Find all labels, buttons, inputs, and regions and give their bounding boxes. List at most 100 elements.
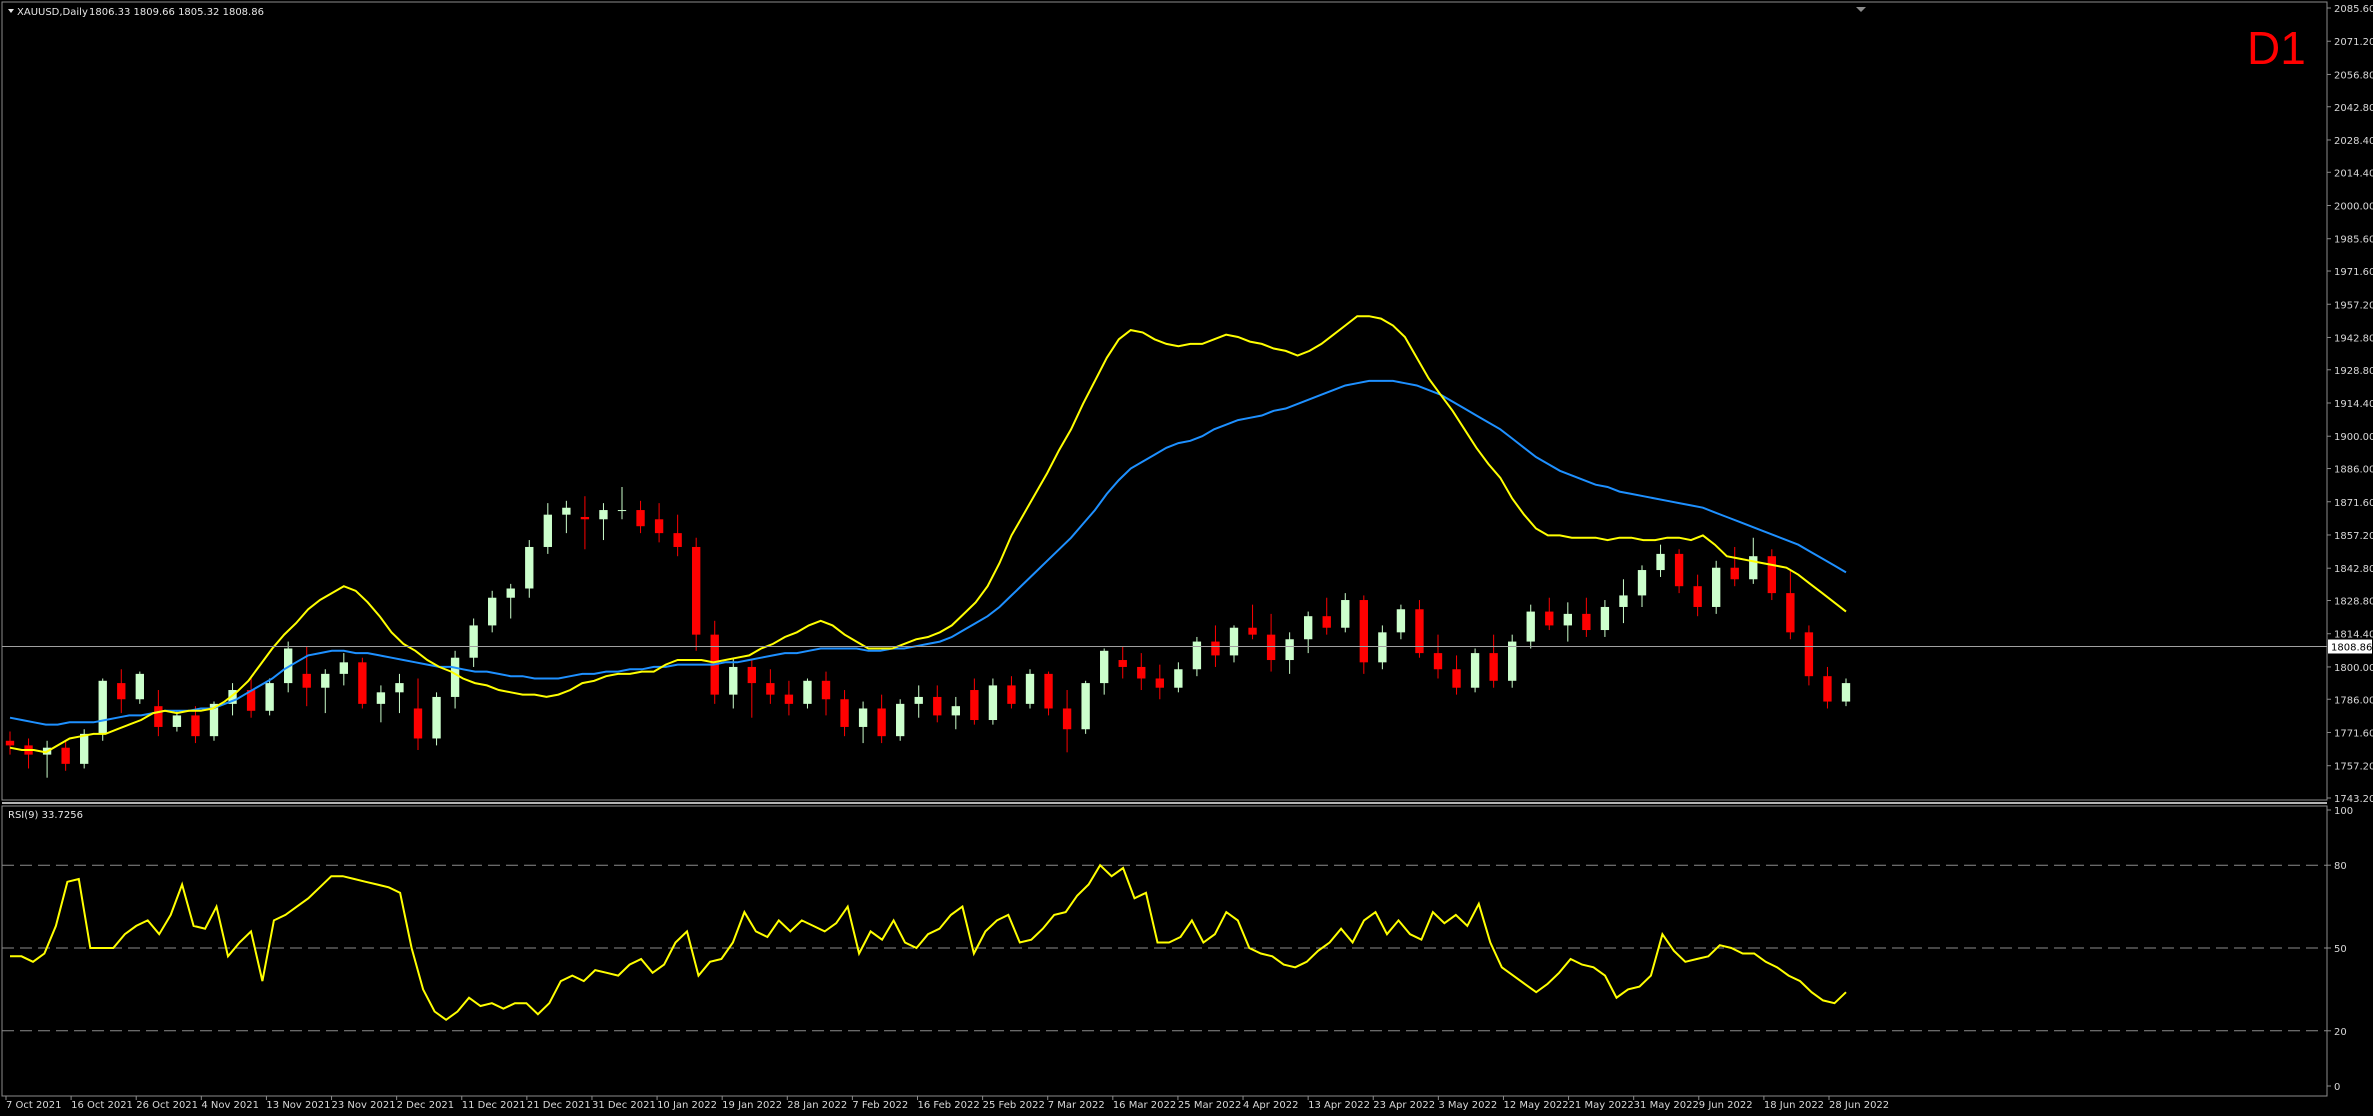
bull-candle [1563,613,1572,626]
bull-candle [1378,632,1387,663]
time-axis-label: 23 Nov 2021 [332,1100,396,1111]
bull-candle [506,588,515,598]
price-axis-label: 1757.20 [2334,762,2373,773]
time-axis-label: 28 Jun 2022 [1829,1100,1889,1111]
price-axis-label: 1871.60 [2334,498,2373,509]
bear-candle [654,519,664,534]
bull-candle [98,680,107,734]
bull-candle [321,673,330,688]
price-axis-label: 1857.20 [2334,531,2373,542]
bull-candle [1749,556,1758,580]
bear-candle [413,708,423,739]
bull-candle [1025,673,1035,704]
rsi-label: RSI(9) 33.7256 [8,810,83,821]
time-axis-label: 13 Apr 2022 [1308,1100,1370,1111]
price-axis-label: 1900.00 [2334,432,2373,443]
time-axis-label: 16 Mar 2022 [1113,1100,1176,1111]
bull-candle [80,733,89,764]
bull-candle [1619,595,1628,607]
bull-candle [543,514,552,547]
bull-candle [1470,653,1480,688]
bull-candle [1526,611,1535,642]
bear-candle [840,699,849,727]
bear-candle [1693,586,1702,607]
bull-candle [450,657,460,697]
bull-candle [172,715,182,727]
bear-candle [784,694,794,704]
bear-candle [692,546,701,635]
bull-candle [339,662,348,674]
bear-candle [1582,613,1591,631]
bear-candle [673,533,682,547]
bear-candle [1062,708,1072,730]
time-axis-label: 16 Feb 2022 [918,1100,980,1111]
bear-candle [933,696,942,716]
symbol-label: XAUUSD,Daily [17,7,88,18]
price-axis-label: 1743.20 [2334,794,2373,805]
time-axis-label: 12 May 2022 [1503,1100,1568,1111]
rsi-axis-label: 0 [2334,1082,2340,1093]
time-axis-label: 26 Oct 2021 [136,1100,198,1111]
time-axis-label: 11 Dec 2021 [462,1100,526,1111]
bear-candle [1452,669,1461,688]
price-axis-label: 2042.80 [2334,103,2373,114]
bull-candle [1304,616,1313,640]
bull-candle [432,696,441,739]
bull-candle [1174,669,1183,688]
time-axis-label: 18 Jun 2022 [1764,1100,1824,1111]
bear-candle [117,683,126,700]
time-axis-label: 31 May 2022 [1634,1100,1699,1111]
bear-candle [61,747,70,764]
bull-candle [1229,627,1239,656]
bull-candle [395,683,404,693]
bear-candle [766,683,775,695]
bear-candle [358,662,367,704]
bull-candle [469,625,478,658]
bull-candle [562,507,571,515]
price-axis-label: 2028.40 [2334,136,2373,147]
bear-candle [1767,556,1776,594]
time-axis-label: 23 Apr 2022 [1373,1100,1435,1111]
bull-candle [1656,553,1665,571]
price-axis-label: 1786.00 [2334,695,2373,706]
bull-candle [599,510,608,520]
bull-candle [1192,641,1202,670]
price-axis-label: 1842.80 [2334,564,2373,575]
bull-candle [1100,650,1109,684]
price-axis-label: 1814.40 [2334,630,2373,641]
time-axis-label: 19 Jan 2022 [722,1100,782,1111]
bear-candle [302,673,311,688]
price-axis-label: 2085.60 [2334,4,2373,15]
time-axis-label: 31 Dec 2021 [592,1100,656,1111]
bull-candle [988,685,998,721]
trading-chart[interactable]: 2085.60 2071.20 2056.80 2042.80 2028.40 2014.… [0,0,2373,1116]
bear-candle [1155,678,1164,688]
time-axis-label: 7 Feb 2022 [852,1100,908,1111]
time-axis-label: 21 May 2022 [1569,1100,1634,1111]
bear-candle [636,510,645,527]
price-axis-label: 2014.40 [2334,168,2373,179]
bull-candle [896,703,905,737]
time-axis-label: 2 Dec 2021 [397,1100,455,1111]
bear-candle [1359,600,1368,663]
bull-candle [803,680,812,704]
price-axis-label: 1828.80 [2334,597,2373,608]
price-axis-label: 1886.00 [2334,465,2373,476]
rsi-axis-label: 100 [2334,806,2353,817]
price-axis-label: 2000.00 [2334,202,2373,213]
bear-candle [1007,685,1016,704]
time-axis-label: 7 Oct 2021 [6,1100,61,1111]
price-axis-label: 1971.60 [2334,267,2373,278]
time-axis-label: 25 Feb 2022 [983,1100,1045,1111]
bull-candle [1508,641,1517,681]
bull-candle [135,673,144,700]
current-price-label: 1808.86 [2331,643,2372,654]
bull-candle [914,696,923,704]
time-axis-label: 21 Dec 2021 [527,1100,591,1111]
time-axis-label: 4 Apr 2022 [1243,1100,1298,1111]
bear-candle [1804,632,1814,677]
bear-candle [1211,641,1220,656]
time-axis-label: 9 Jun 2022 [1699,1100,1753,1111]
price-axis-label: 2071.20 [2334,37,2373,48]
current-price-badge: 1808.86 [2328,639,2372,654]
